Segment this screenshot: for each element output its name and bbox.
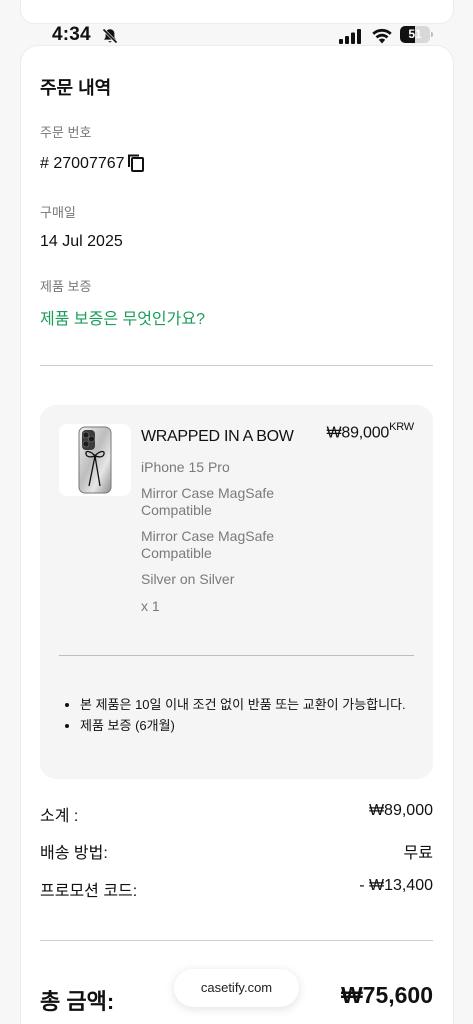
previous-card-edge xyxy=(20,0,454,24)
product-color: Silver on Silver xyxy=(141,571,235,587)
battery-body: 51 xyxy=(400,26,430,43)
order-summary-card: 주문 내역 주문 번호 # 27007767 구매일 14 Jul 2025 제… xyxy=(20,45,454,1024)
purchase-date-label: 구매일 xyxy=(40,205,76,220)
purchase-date: 14 Jul 2025 xyxy=(40,233,123,250)
promo-value: - ₩13,400 xyxy=(359,877,433,894)
promo-label: 프로모션 코드: xyxy=(40,883,138,900)
wifi-icon xyxy=(372,28,392,44)
product-model: iPhone 15 Pro xyxy=(141,459,230,475)
status-time: 4:34 xyxy=(52,24,91,45)
product-case-type: Mirror Case MagSafe Compatible xyxy=(141,485,275,518)
browser-url-bar[interactable]: casetify.com xyxy=(174,969,299,1007)
total-label: 총 금액: xyxy=(40,989,115,1014)
subtotal-value: ₩89,000 xyxy=(368,802,433,819)
product-divider xyxy=(59,655,414,656)
shipping-label: 배송 방법: xyxy=(40,845,108,862)
product-notes: 본 제품은 10일 이내 조건 없이 반품 또는 교환이 가능합니다. 제품 보… xyxy=(62,694,425,736)
order-details-page: 4:34 51 주문 내역 주문 번호 # 27007767 구매일 14 Ju… xyxy=(0,0,473,1024)
subtotal-row: 소계 : ₩89,000 xyxy=(40,802,433,825)
signal-icon xyxy=(339,29,361,44)
promo-row: 프로모션 코드: - ₩13,400 xyxy=(40,877,433,900)
note-warranty: 제품 보증 (6개월) xyxy=(80,715,425,736)
price-currency: KRW xyxy=(389,421,414,433)
subtotal-label: 소계 : xyxy=(40,808,79,825)
warranty-info-link[interactable]: 제품 보증은 무엇인가요? xyxy=(40,305,205,329)
product-quantity: x 1 xyxy=(141,598,160,614)
product-case-type-secondary: Mirror Case MagSafe Compatible xyxy=(141,528,275,561)
divider xyxy=(40,365,433,366)
divider xyxy=(40,940,433,941)
product-price-value: ₩89,000 xyxy=(326,424,390,442)
bell-slash-icon xyxy=(102,28,118,44)
order-number-value: # 27007767 xyxy=(40,155,125,172)
warranty-label: 제품 보증 xyxy=(40,279,92,294)
battery-tip xyxy=(431,32,433,37)
phone-case-image xyxy=(78,426,112,494)
copy-icon[interactable] xyxy=(126,153,146,173)
product-thumbnail[interactable] xyxy=(59,424,131,496)
shipping-value: 무료 xyxy=(403,845,433,862)
product-name[interactable]: WRAPPED IN A BOW xyxy=(141,428,294,446)
shipping-row: 배송 방법: 무료 xyxy=(40,839,433,862)
order-number-label: 주문 번호 xyxy=(40,125,92,140)
total-value: ₩75,600 xyxy=(340,982,433,1008)
order-number: # 27007767 xyxy=(40,154,146,174)
battery-level: 51 xyxy=(408,27,422,41)
section-title: 주문 내역 xyxy=(40,78,112,98)
product-item: WRAPPED IN A BOW ₩89,000KRW iPhone 15 Pr… xyxy=(40,405,433,779)
product-price: ₩89,000KRW xyxy=(326,421,414,442)
note-return-policy: 본 제품은 10일 이내 조건 없이 반품 또는 교환이 가능합니다. xyxy=(80,694,425,715)
battery-icon: 51 xyxy=(400,26,434,44)
